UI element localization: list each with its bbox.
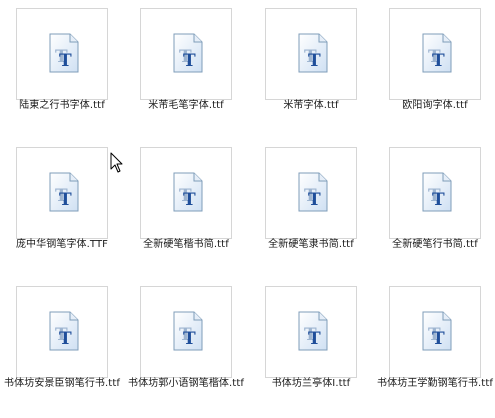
truetype-font-icon: T T [173, 33, 203, 73]
file-name: 书体坊王学勤钢笔行书.ttf [377, 378, 493, 389]
file-item[interactable]: T T 书体坊郭小语钢笔楷体.ttf [124, 278, 248, 418]
svg-text:T: T [59, 51, 72, 71]
truetype-font-icon: T T [298, 172, 328, 212]
svg-text:T: T [432, 190, 445, 210]
svg-text:T: T [59, 329, 72, 349]
truetype-font-icon: T T [173, 172, 203, 212]
file-thumbnail[interactable]: T T [16, 286, 108, 378]
file-thumbnail[interactable]: T T [389, 147, 481, 239]
file-thumbnail[interactable]: T T [389, 286, 481, 378]
mouse-pointer-icon [110, 152, 123, 173]
file-thumbnail[interactable]: T T [265, 286, 357, 378]
file-grid: T T 陆東之行书字体.ttf T T 米芾毛笔字体.ttf T T 米芾字体.… [0, 0, 495, 417]
truetype-font-icon: T T [298, 311, 328, 351]
truetype-font-icon: T T [422, 311, 452, 351]
file-name: 书体坊郭小语钢笔楷体.ttf [128, 378, 244, 389]
svg-text:T: T [432, 329, 445, 349]
file-thumbnail[interactable]: T T [265, 8, 357, 100]
file-thumbnail[interactable]: T T [140, 286, 232, 378]
file-name: 欧阳询字体.ttf [402, 100, 468, 111]
truetype-font-icon: T T [49, 172, 79, 212]
file-thumbnail[interactable]: T T [389, 8, 481, 100]
file-item[interactable]: T T 米芾毛笔字体.ttf [124, 0, 248, 140]
file-name: 书体坊安景臣钢笔行书.ttf [4, 378, 120, 389]
truetype-font-icon: T T [422, 33, 452, 73]
file-item[interactable]: T T 书体坊兰亭体I.ttf [249, 278, 373, 418]
svg-text:T: T [308, 51, 321, 71]
truetype-font-icon: T T [173, 311, 203, 351]
svg-text:T: T [183, 329, 196, 349]
svg-text:T: T [183, 51, 196, 71]
file-item[interactable]: T T 全新硬笔行书简.ttf [373, 139, 495, 279]
file-name: 米芾字体.ttf [283, 100, 339, 111]
file-thumbnail[interactable]: T T [16, 8, 108, 100]
file-item[interactable]: T T 欧阳询字体.ttf [373, 0, 495, 140]
file-name: 书体坊兰亭体I.ttf [271, 378, 351, 389]
file-item[interactable]: T T 庞中华钢笔字体.TTF [0, 139, 124, 279]
file-name: 庞中华钢笔字体.TTF [15, 239, 109, 250]
truetype-font-icon: T T [422, 172, 452, 212]
file-item[interactable]: T T 书体坊王学勤钢笔行书.ttf [373, 278, 495, 418]
truetype-font-icon: T T [49, 33, 79, 73]
file-thumbnail[interactable]: T T [265, 147, 357, 239]
svg-text:T: T [308, 190, 321, 210]
svg-text:T: T [308, 329, 321, 349]
file-name: 陆東之行书字体.ttf [19, 100, 105, 111]
svg-text:T: T [59, 190, 72, 210]
svg-text:T: T [432, 51, 445, 71]
file-item[interactable]: T T 陆東之行书字体.ttf [0, 0, 124, 140]
file-name: 全新硬笔隶书简.ttf [268, 239, 354, 250]
truetype-font-icon: T T [49, 311, 79, 351]
file-item[interactable]: T T 米芾字体.ttf [249, 0, 373, 140]
file-thumbnail[interactable]: T T [140, 147, 232, 239]
svg-text:T: T [183, 190, 196, 210]
file-name: 全新硬笔行书简.ttf [392, 239, 478, 250]
file-item[interactable]: T T 书体坊安景臣钢笔行书.ttf [0, 278, 124, 418]
file-name: 全新硬笔楷书简.ttf [143, 239, 229, 250]
truetype-font-icon: T T [298, 33, 328, 73]
file-item[interactable]: T T 全新硬笔隶书简.ttf [249, 139, 373, 279]
file-thumbnail[interactable]: T T [140, 8, 232, 100]
file-thumbnail[interactable]: T T [16, 147, 108, 239]
file-item[interactable]: T T 全新硬笔楷书简.ttf [124, 139, 248, 279]
file-name: 米芾毛笔字体.ttf [148, 100, 224, 111]
